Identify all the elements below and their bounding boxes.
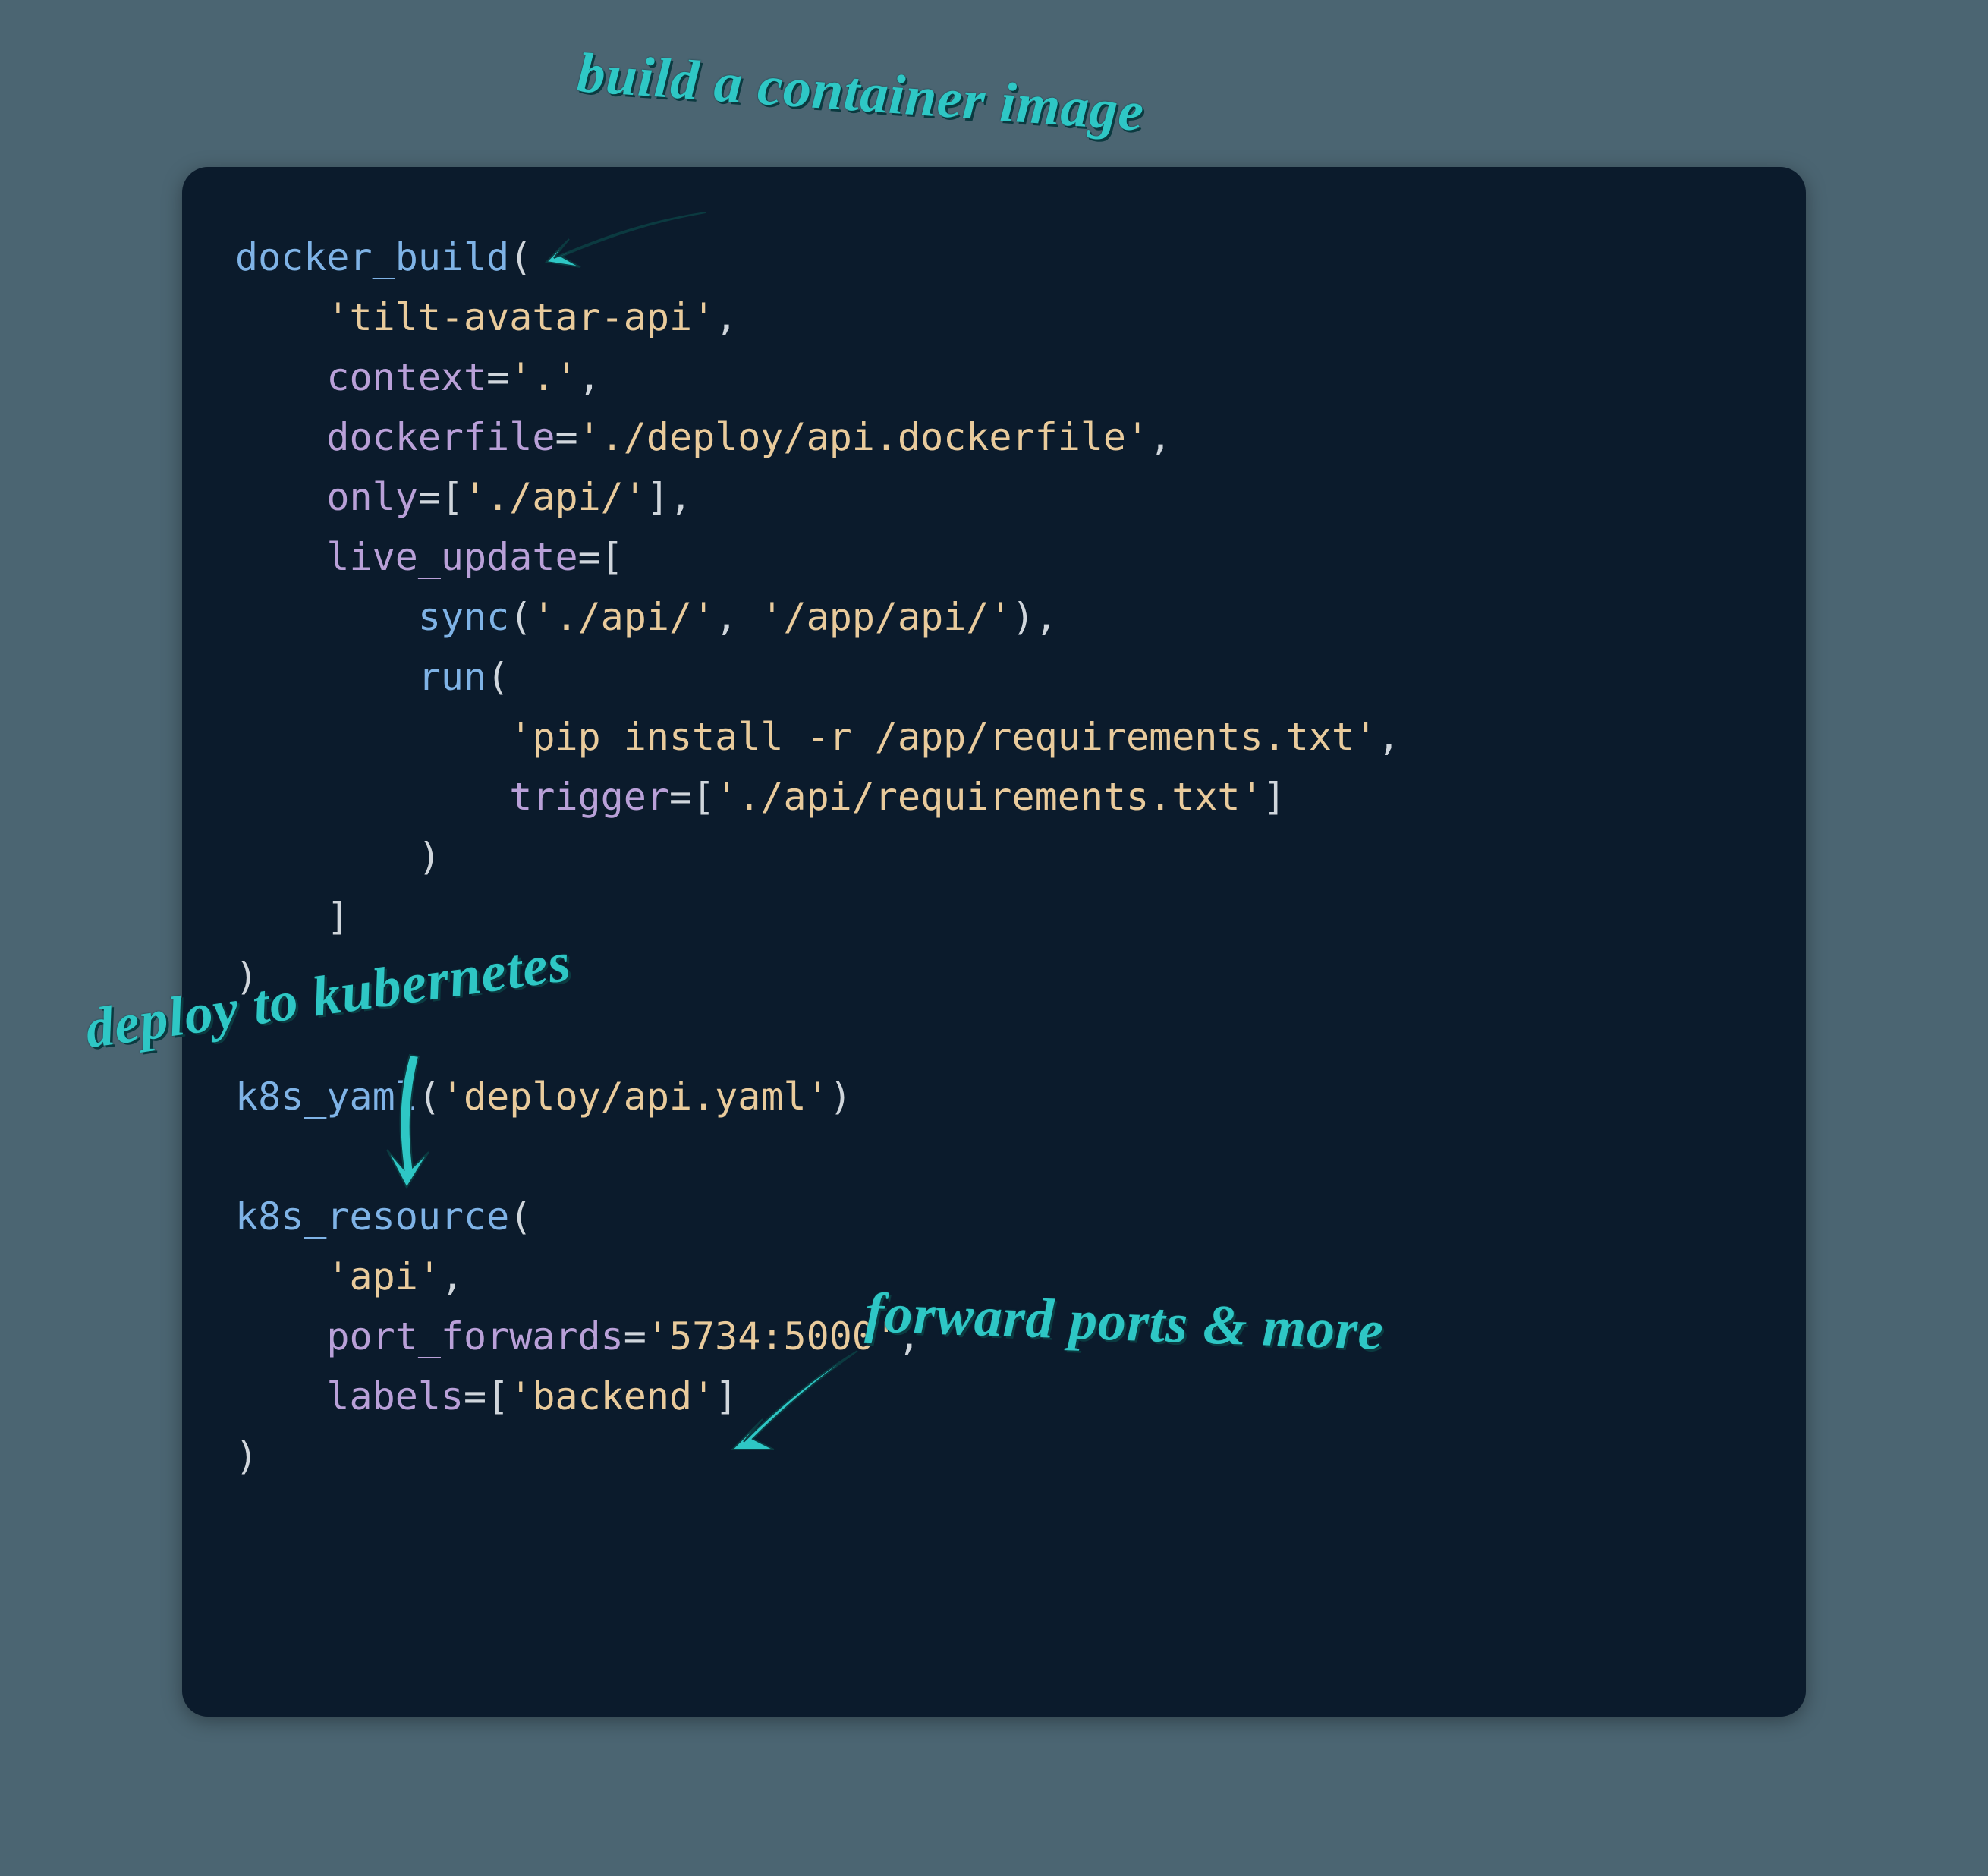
canvas: docker_build ( 'tilt-avatar-api', context… bbox=[0, 0, 1988, 1876]
kw-only: only bbox=[326, 475, 417, 519]
punct-open-bracket: [ bbox=[692, 775, 715, 819]
punct-eq: = bbox=[555, 415, 577, 459]
str-pip-install: 'pip install -r /app/requirements.txt' bbox=[509, 715, 1377, 759]
fn-k8s-resource: k8s_resource bbox=[235, 1195, 509, 1239]
fn-run: run bbox=[418, 655, 486, 699]
kw-live-update: live_update bbox=[326, 535, 577, 579]
punct-open-bracket: [ bbox=[441, 475, 464, 519]
punct-open-paren: ( bbox=[486, 655, 509, 699]
str-image-name: 'tilt-avatar-api' bbox=[326, 295, 715, 339]
punct-open-paren: ( bbox=[509, 1195, 532, 1239]
punct-close-paren: ) bbox=[1012, 595, 1035, 639]
punct-eq: = bbox=[624, 1314, 646, 1358]
punct-close-bracket: ] bbox=[326, 895, 349, 939]
punct-open-bracket: [ bbox=[486, 1374, 509, 1418]
punct-eq: = bbox=[486, 355, 509, 399]
punct-close-bracket: ] bbox=[646, 475, 669, 519]
punct-eq: = bbox=[464, 1374, 486, 1418]
punct-comma: , bbox=[1149, 415, 1172, 459]
punct-comma: , bbox=[578, 355, 601, 399]
str-app-api: '/app/api/' bbox=[760, 595, 1011, 639]
punct-close-paren: ) bbox=[418, 835, 441, 879]
kw-labels: labels bbox=[326, 1374, 464, 1418]
str-deploy-yaml: 'deploy/api.yaml' bbox=[441, 1075, 829, 1119]
punct-close-bracket: ] bbox=[1263, 775, 1286, 819]
punct-comma: , bbox=[1377, 715, 1400, 759]
punct-comma: , bbox=[441, 1254, 464, 1298]
str-req-path: './api/requirements.txt' bbox=[715, 775, 1263, 819]
punct-eq: = bbox=[669, 775, 692, 819]
str-context-dot: '.' bbox=[509, 355, 577, 399]
kw-trigger: trigger bbox=[509, 775, 669, 819]
str-api-dir-sync: './api/' bbox=[532, 595, 715, 639]
punct-close-paren: ) bbox=[829, 1075, 852, 1119]
str-dockerfile-path: './deploy/api.dockerfile' bbox=[578, 415, 1150, 459]
punct-comma: , bbox=[715, 295, 738, 339]
kw-dockerfile: dockerfile bbox=[326, 415, 555, 459]
punct-open-paren: ( bbox=[509, 595, 532, 639]
arrow-icon bbox=[698, 1336, 873, 1465]
punct-eq: = bbox=[418, 475, 441, 519]
kw-context: context bbox=[326, 355, 486, 399]
punct-comma: , bbox=[715, 595, 738, 639]
arrow-icon bbox=[357, 1047, 463, 1199]
code-block: docker_build ( 'tilt-avatar-api', context… bbox=[182, 167, 1806, 1717]
punct-eq: = bbox=[578, 535, 601, 579]
fn-docker-build: docker_build bbox=[235, 235, 509, 279]
str-backend: 'backend' bbox=[509, 1374, 715, 1418]
fn-sync: sync bbox=[418, 595, 509, 639]
str-api-dir: './api/' bbox=[464, 475, 646, 519]
annotation-build: build a container image bbox=[575, 41, 1147, 145]
arrow-icon bbox=[516, 197, 713, 288]
punct-comma: , bbox=[669, 475, 692, 519]
punct-comma: , bbox=[1035, 595, 1058, 639]
punct-open-bracket: [ bbox=[601, 535, 624, 579]
kw-port-forwards: port_forwards bbox=[326, 1314, 623, 1358]
punct-close-paren: ) bbox=[235, 1434, 258, 1478]
str-api: 'api' bbox=[326, 1254, 441, 1298]
